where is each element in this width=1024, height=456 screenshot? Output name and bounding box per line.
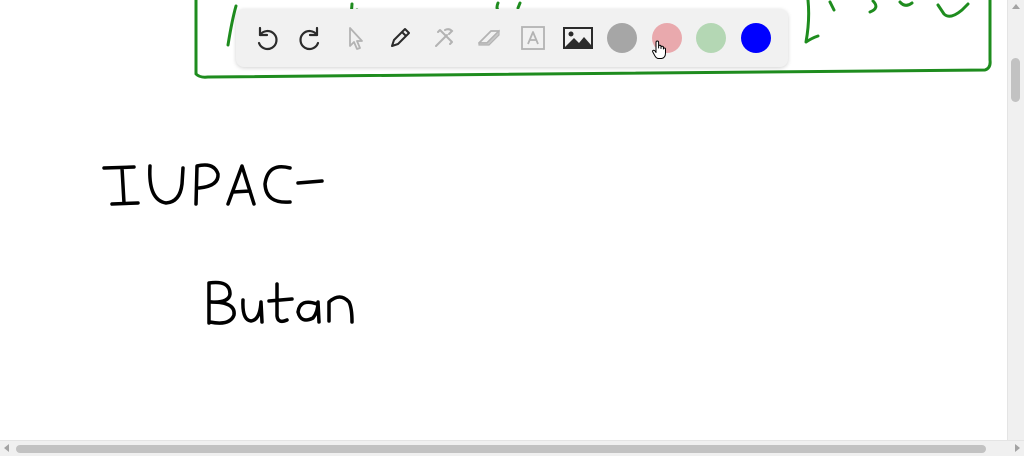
vertical-scrollbar[interactable] bbox=[1007, 0, 1024, 440]
undo-button[interactable] bbox=[244, 16, 289, 60]
color-swatch-blue bbox=[740, 23, 771, 53]
vertical-scroll-thumb[interactable] bbox=[1011, 58, 1020, 102]
scroll-right-arrow-icon[interactable] bbox=[1015, 444, 1020, 452]
tools-button[interactable] bbox=[422, 16, 467, 60]
select-pointer-icon bbox=[349, 27, 364, 50]
pen-icon bbox=[390, 28, 410, 47]
eraser-button[interactable] bbox=[467, 16, 512, 60]
eraser-icon bbox=[477, 29, 500, 46]
whiteboard-canvas[interactable] bbox=[0, 0, 1024, 456]
scroll-left-arrow-icon[interactable] bbox=[4, 444, 9, 452]
image-button[interactable] bbox=[556, 16, 601, 60]
color-swatch-light-green bbox=[696, 23, 727, 53]
color-swatch-gray bbox=[607, 23, 638, 53]
handwriting-butan bbox=[207, 280, 354, 325]
horizontal-scrollbar[interactable] bbox=[0, 440, 1024, 456]
color-blue-button[interactable] bbox=[734, 16, 779, 60]
drawing-toolbar bbox=[236, 9, 788, 67]
horizontal-scroll-thumb[interactable] bbox=[16, 445, 986, 453]
tools-icon bbox=[435, 28, 454, 47]
color-green-button[interactable] bbox=[689, 16, 734, 60]
scroll-up-arrow-icon[interactable] bbox=[1012, 4, 1020, 9]
undo-icon bbox=[258, 26, 278, 51]
hand-cursor-icon bbox=[652, 40, 666, 59]
color-gray-button[interactable] bbox=[600, 16, 645, 60]
select-button[interactable] bbox=[333, 16, 378, 60]
image-icon bbox=[562, 27, 593, 49]
text-icon bbox=[521, 26, 546, 50]
handwriting-iupac bbox=[102, 163, 324, 206]
redo-button[interactable] bbox=[289, 16, 334, 60]
text-button[interactable] bbox=[511, 16, 556, 60]
pen-button[interactable] bbox=[378, 16, 423, 60]
redo-icon bbox=[299, 26, 319, 51]
